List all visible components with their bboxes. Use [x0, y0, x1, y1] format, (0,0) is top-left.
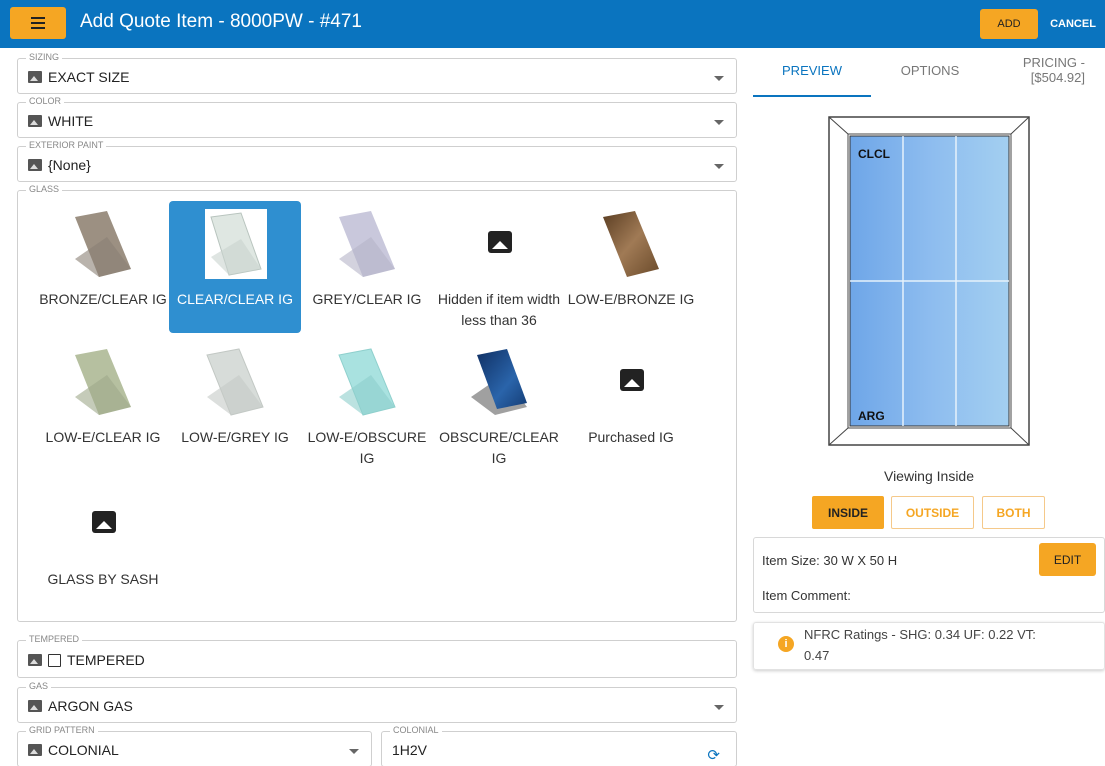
lowe-clear-swatch	[75, 349, 131, 415]
dropdown-arrow-icon[interactable]	[349, 749, 359, 754]
preview-top-label: CLCL	[858, 147, 890, 161]
dropdown-arrow-icon[interactable]	[714, 164, 724, 169]
glass-option-hidden[interactable]: Hidden if item width less than 36	[433, 201, 565, 333]
color-select[interactable]: COLOR WHITE	[17, 96, 737, 138]
inside-button[interactable]: INSIDE	[812, 496, 884, 529]
image-icon	[28, 654, 42, 666]
nfrc-line2: 0.47	[804, 648, 830, 663]
grid-pattern-label: GRID PATTERN	[26, 725, 98, 735]
outside-button[interactable]: OUTSIDE	[891, 496, 974, 529]
glass-option-label: LOW-E/CLEAR IG	[45, 429, 161, 445]
glass-option-label: BRONZE/CLEAR IG	[39, 291, 167, 307]
glass-option-label: CLEAR/CLEAR IG	[177, 291, 293, 307]
glass-option-grey-clear[interactable]: GREY/CLEAR IG	[301, 201, 433, 333]
both-button[interactable]: BOTH	[982, 496, 1045, 529]
glass-option-lowe-grey[interactable]: LOW-E/GREY IG	[169, 339, 301, 471]
tab-options[interactable]: OPTIONS	[871, 63, 989, 78]
colonial-value: 1H2V	[392, 742, 428, 758]
obscure-glass-swatch	[471, 349, 527, 415]
glass-option-label: Purchased IG	[588, 429, 674, 445]
gas-select[interactable]: GAS ARGON GAS	[17, 681, 737, 723]
glass-option-label: LOW-E/BRONZE IG	[567, 291, 695, 307]
image-icon	[28, 159, 42, 171]
color-value: WHITE	[48, 113, 94, 129]
image-placeholder-icon	[488, 231, 512, 253]
dropdown-arrow-icon[interactable]	[714, 76, 724, 81]
tab-pricing[interactable]: PRICING - [$504.92]	[995, 55, 1095, 85]
image-icon	[28, 115, 42, 127]
glass-option-label: OBSCURE/CLEAR IG	[439, 429, 559, 466]
exterior-paint-value: {None}	[48, 157, 91, 173]
image-icon	[28, 71, 42, 83]
preview-bottom-label: ARG	[858, 409, 885, 423]
tab-pricing-label: PRICING -	[1022, 55, 1085, 70]
sizing-select[interactable]: SIZING EXACT SIZE	[17, 52, 737, 94]
active-tab-indicator	[753, 95, 871, 97]
image-icon	[28, 744, 42, 756]
tempered-label: TEMPERED	[26, 634, 83, 644]
image-placeholder-icon	[620, 369, 644, 391]
glass-option-bronze-clear[interactable]: BRONZE/CLEAR IG	[37, 201, 169, 333]
dropdown-arrow-icon[interactable]	[714, 705, 724, 710]
item-size-text: Item Size: 30 W X 50 H	[762, 553, 898, 568]
dropdown-arrow-icon[interactable]	[714, 120, 724, 125]
tab-preview[interactable]: PREVIEW	[753, 63, 871, 78]
glass-option-label: LOW-E/OBSCURE IG	[307, 429, 427, 466]
glass-option-by-sash[interactable]: GLASS BY SASH	[37, 481, 169, 613]
clear-glass-swatch	[205, 209, 267, 279]
refresh-icon[interactable]: ⟳	[707, 746, 720, 764]
item-comment-label: Item Comment:	[762, 588, 851, 603]
gas-value: ARGON GAS	[48, 698, 133, 714]
grid-pattern-select[interactable]: GRID PATTERN COLONIAL	[17, 725, 372, 766]
tab-pricing-value: [$504.92]	[1030, 70, 1085, 85]
window-preview: CLCL ARG	[828, 116, 1030, 446]
colonial-input[interactable]: COLONIAL 1H2V ⟳	[381, 725, 737, 766]
tempered-field: TEMPERED TEMPERED	[17, 634, 737, 678]
exterior-paint-select[interactable]: EXTERIOR PAINT {None}	[17, 140, 737, 182]
exterior-paint-label: EXTERIOR PAINT	[26, 140, 107, 150]
app-header: Add Quote Item - 8000PW - #471 ADD CANCE…	[0, 0, 1105, 48]
bronze-glass-swatch	[75, 211, 131, 277]
glass-label: GLASS	[26, 184, 63, 194]
info-icon: i	[778, 636, 794, 652]
edit-button[interactable]: EDIT	[1039, 543, 1096, 576]
add-button[interactable]: ADD	[980, 9, 1038, 39]
image-placeholder-icon	[92, 511, 116, 533]
nfrc-ratings-card: NFRC Ratings - SHG: 0.34 UF: 0.22 VT: 0.…	[753, 622, 1105, 670]
lowe-grey-swatch	[206, 348, 264, 416]
glass-panel: GLASS BRONZE/CLEAR IG CLEAR/CLEAR IG GRE…	[17, 184, 737, 622]
tempered-checkbox[interactable]	[48, 653, 61, 667]
sizing-label: SIZING	[26, 52, 63, 62]
tempered-checkbox-label: TEMPERED	[67, 652, 145, 668]
glass-option-lowe-bronze[interactable]: LOW-E/BRONZE IG	[565, 201, 697, 333]
glass-option-obscure-clear[interactable]: OBSCURE/CLEAR IG	[433, 339, 565, 471]
color-label: COLOR	[26, 96, 65, 106]
glass-option-lowe-clear[interactable]: LOW-E/CLEAR IG	[37, 339, 169, 471]
glass-option-purchased[interactable]: Purchased IG	[565, 339, 697, 471]
lowe-obscure-swatch	[338, 348, 396, 416]
cancel-button[interactable]: CANCEL	[1043, 9, 1103, 39]
glass-option-label: LOW-E/GREY IG	[181, 429, 289, 445]
glass-option-label: Hidden if item width less than 36	[437, 291, 561, 328]
page-title: Add Quote Item - 8000PW - #471	[80, 11, 362, 32]
lowe-bronze-swatch	[603, 211, 659, 277]
glass-option-lowe-obscure[interactable]: LOW-E/OBSCURE IG	[301, 339, 433, 471]
glass-option-label: GLASS BY SASH	[47, 571, 159, 587]
sizing-value: EXACT SIZE	[48, 69, 130, 85]
gas-label: GAS	[26, 681, 52, 691]
grey-glass-swatch	[339, 211, 395, 277]
image-icon	[28, 700, 42, 712]
nfrc-line1: NFRC Ratings - SHG: 0.34 UF: 0.22 VT:	[804, 627, 1036, 642]
colonial-label: COLONIAL	[390, 725, 442, 735]
menu-button[interactable]	[10, 7, 66, 39]
grid-pattern-value: COLONIAL	[48, 742, 119, 758]
menu-icon	[31, 17, 45, 19]
glass-option-clear-clear[interactable]: CLEAR/CLEAR IG	[169, 201, 301, 333]
viewing-text: Viewing Inside	[883, 468, 975, 484]
glass-option-label: GREY/CLEAR IG	[312, 291, 422, 307]
